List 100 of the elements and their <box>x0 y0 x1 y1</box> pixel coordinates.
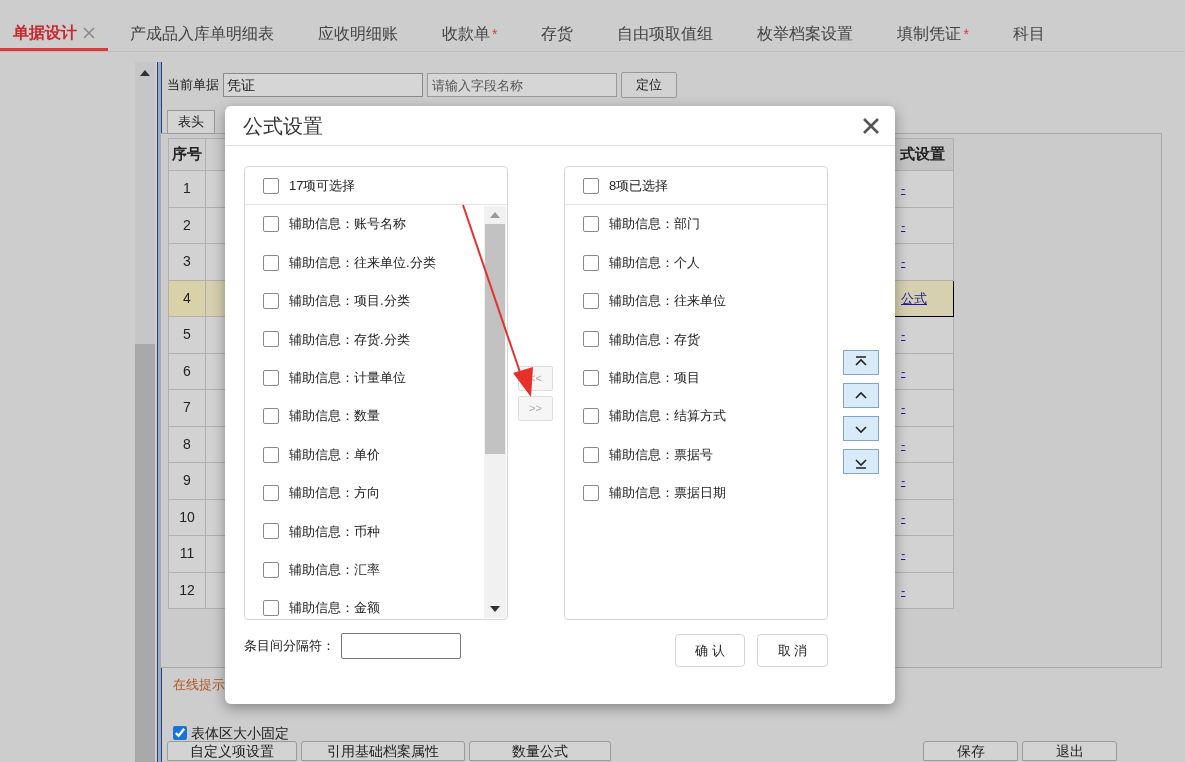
formula-link[interactable]: - <box>901 509 906 525</box>
checkbox-square[interactable] <box>583 292 599 309</box>
table-cell: 8 <box>168 426 206 463</box>
formula-link[interactable]: - <box>901 217 906 233</box>
tab[interactable]: 填制凭证* <box>875 17 991 51</box>
confirm-button[interactable]: 确 认 <box>675 634 745 667</box>
formula-link[interactable]: - <box>901 363 906 379</box>
list-item[interactable]: 辅助信息：币种 <box>245 512 507 551</box>
separator-input[interactable] <box>341 633 461 659</box>
move-down-button[interactable] <box>843 416 879 441</box>
checkbox-square[interactable] <box>263 484 279 501</box>
fixed-size-checkbox[interactable] <box>173 726 187 740</box>
checkbox-square[interactable] <box>583 484 599 501</box>
document-field[interactable]: 凭证 <box>223 73 423 97</box>
scroll-thumb[interactable] <box>135 343 155 762</box>
scroll-down-icon[interactable] <box>490 606 500 612</box>
list-item[interactable]: 辅助信息：往来单位.分类 <box>245 243 507 282</box>
table-cell: 11 <box>168 535 206 572</box>
move-top-icon <box>855 355 867 366</box>
formula-link[interactable]: - <box>901 327 906 343</box>
checkbox-square[interactable] <box>263 177 279 194</box>
toolbar-button[interactable]: 数量公式 <box>469 741 611 761</box>
field-label: 当前单据 <box>167 76 219 95</box>
formula-link[interactable]: - <box>901 582 906 598</box>
formula-link[interactable]: - <box>901 436 906 452</box>
checkbox-square[interactable] <box>263 331 279 348</box>
checkbox-square[interactable] <box>263 216 279 233</box>
toolbar-button[interactable]: 自定义项设置 <box>167 741 297 761</box>
scroll-thumb[interactable] <box>485 224 505 454</box>
section-tab[interactable]: 表头 <box>167 110 215 134</box>
list-item[interactable]: 辅助信息：方向 <box>245 473 507 513</box>
formula-link[interactable]: 公式 <box>901 290 927 306</box>
list-item[interactable]: 辅助信息：单价 <box>245 435 507 474</box>
scroll-up-icon[interactable] <box>140 70 150 76</box>
field-search-input[interactable]: 请输入字段名称 <box>427 73 617 97</box>
list-item[interactable]: 辅助信息：结算方式 <box>565 396 827 436</box>
close-button[interactable] <box>863 117 879 134</box>
checkbox-square[interactable] <box>583 331 599 348</box>
checkbox-square[interactable] <box>583 369 599 386</box>
tab[interactable]: 收款单* <box>420 17 520 51</box>
list-item[interactable]: 辅助信息：个人 <box>565 243 827 282</box>
tab[interactable]: 自由项取值组 <box>595 17 736 51</box>
checkbox-square[interactable] <box>583 216 599 233</box>
formula-link[interactable]: - <box>901 473 906 489</box>
modified-mark: * <box>492 24 498 44</box>
checkbox-square[interactable] <box>263 408 279 425</box>
formula-link[interactable]: - <box>901 546 906 562</box>
table-cell: 5 <box>168 316 206 353</box>
table-cell: 10 <box>168 499 206 536</box>
formula-link[interactable]: - <box>901 400 906 416</box>
list-item[interactable]: 辅助信息：账号名称 <box>245 205 507 244</box>
list-item[interactable]: 辅助信息：票据号 <box>565 435 827 474</box>
formula-link[interactable]: - <box>901 254 906 270</box>
tab[interactable]: 科目 <box>990 17 1067 51</box>
table-cell: 12 <box>168 572 206 609</box>
action-button[interactable]: 退出 <box>1022 741 1117 761</box>
scrollbar[interactable] <box>135 62 155 762</box>
formula-link[interactable]: - <box>901 181 906 197</box>
checkbox-square[interactable] <box>263 561 279 578</box>
list-item[interactable]: 辅助信息：金额 <box>245 588 507 628</box>
list-item[interactable]: 辅助信息：汇率 <box>245 550 507 589</box>
checkbox-square[interactable] <box>263 600 279 617</box>
tab[interactable]: 存货 <box>519 17 596 51</box>
checkbox-square[interactable] <box>583 254 599 271</box>
checkbox-square[interactable] <box>583 446 599 463</box>
list-item[interactable]: 辅助信息：项目.分类 <box>245 281 507 321</box>
close-icon[interactable] <box>83 26 95 39</box>
select-all-checkbox[interactable]: 17项可选择 <box>245 167 507 205</box>
move-up-button[interactable] <box>843 383 879 408</box>
checkbox-square[interactable] <box>263 369 279 386</box>
list-item[interactable]: 辅助信息：往来单位 <box>565 281 827 321</box>
list-item[interactable]: 辅助信息：存货.分类 <box>245 320 507 359</box>
tab[interactable]: 应收明细账 <box>296 17 420 51</box>
select-all-checkbox[interactable]: 8项已选择 <box>565 167 827 205</box>
table-cell: 9 <box>168 462 206 499</box>
move-bottom-button[interactable] <box>843 449 879 474</box>
list-item[interactable]: 辅助信息：存货 <box>565 320 827 359</box>
checkbox-square[interactable] <box>583 177 599 194</box>
column-header: 序号 <box>168 138 206 171</box>
tab[interactable]: 产成品入库单明细表 <box>108 17 296 51</box>
toolbar-button[interactable]: 引用基础档案属性 <box>301 741 465 761</box>
table-cell: 1 <box>168 170 206 207</box>
checkbox-square[interactable] <box>263 523 279 540</box>
list-item[interactable]: 辅助信息：数量 <box>245 396 507 436</box>
checkbox-square[interactable] <box>263 292 279 309</box>
tab[interactable]: 枚举档案设置 <box>735 17 876 51</box>
locate-button[interactable]: 定位 <box>621 72 677 98</box>
list-item[interactable]: 辅助信息：票据日期 <box>565 473 827 513</box>
dialog-title: 公式设置 <box>243 113 323 139</box>
scrollbar[interactable] <box>484 206 506 618</box>
checkbox-square[interactable] <box>583 408 599 425</box>
move-top-button[interactable] <box>843 350 879 375</box>
checkbox-square[interactable] <box>263 254 279 271</box>
list-item[interactable]: 辅助信息：计量单位 <box>245 358 507 397</box>
action-button[interactable]: 保存 <box>923 741 1018 761</box>
list-item[interactable]: 辅助信息：项目 <box>565 358 827 397</box>
chevron-up-icon <box>855 391 867 399</box>
cancel-button[interactable]: 取 消 <box>757 634 828 667</box>
checkbox-square[interactable] <box>263 446 279 463</box>
list-item[interactable]: 辅助信息：部门 <box>565 205 827 244</box>
